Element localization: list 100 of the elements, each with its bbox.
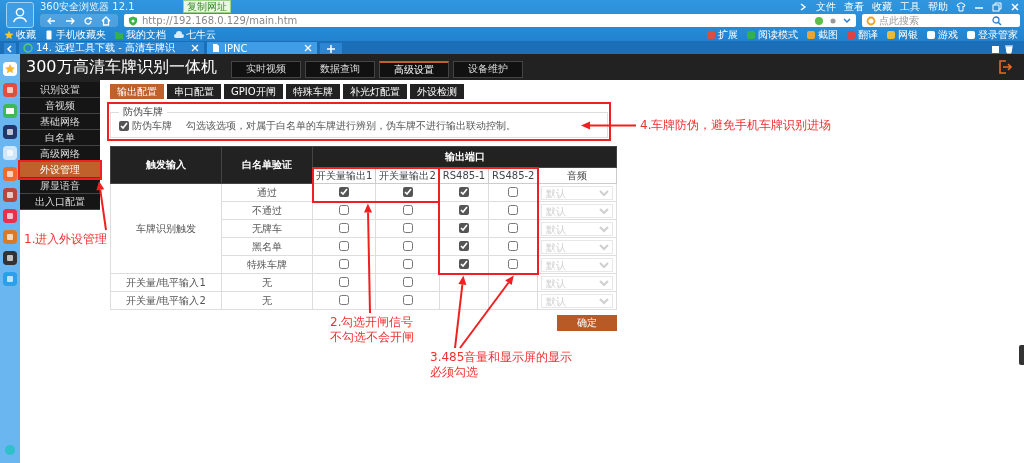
nav-tab[interactable]: 设备维护 [452,60,523,78]
mail-icon [3,104,17,118]
menu-item[interactable]: 白名单 [20,130,100,146]
plus-icon [326,43,336,54]
menu-item[interactable]: 外设管理 [20,162,100,178]
globe-icon [23,43,33,53]
app-icon [3,251,17,265]
checkbox[interactable] [402,240,413,251]
star-icon [4,29,14,40]
table-cell: 开关量/电平输入1 [110,273,222,292]
app-icon [3,209,17,223]
checkbox[interactable] [119,121,129,131]
checkbox[interactable] [402,294,413,305]
menu-item[interactable]: 基础网络 [20,114,100,130]
menu-item[interactable]: 收藏 [872,0,892,14]
toolbar-item[interactable]: 扩展 [706,27,738,42]
search-icon [992,15,1002,26]
app-icon [706,29,716,40]
checkbox[interactable] [339,186,350,197]
user-avatar[interactable] [6,2,34,28]
toolbar-item[interactable]: 阅读模式 [746,27,798,42]
checkbox[interactable] [339,222,350,233]
checkbox[interactable] [508,240,519,251]
search-engine-icon [866,15,876,26]
sub-tab[interactable]: 串口配置 [167,84,221,99]
checkbox[interactable] [508,186,519,197]
checkbox[interactable] [402,186,413,197]
address-bar[interactable]: http://192.168.0.129/main.htm [124,14,856,27]
confirm-button[interactable]: 确定 [557,315,618,331]
trash-icon [1004,44,1014,54]
checkbox[interactable] [458,258,469,269]
bookmark[interactable]: 收藏 [4,27,36,42]
checkbox[interactable] [402,204,413,215]
browser-tab[interactable]: 14. 远程工具下载 - 高清车牌识 [19,42,204,54]
app-icon [3,230,17,244]
folder-icon [114,29,124,40]
bookmark[interactable]: 我的文档 [114,27,166,42]
app-icon [846,29,856,40]
nav-tab[interactable]: 数据查询 [304,60,375,78]
toolbar-item[interactable]: 网银 [886,27,918,42]
status-icon [814,15,824,26]
checkbox[interactable] [339,276,350,287]
browser-title: 360安全浏览器 12.1 [40,0,135,14]
bookmark[interactable]: 七牛云 [174,27,216,42]
annotation-text: 2.勾选开闸信号不勾选不会开闸 [330,315,415,345]
scroll-tabs-button[interactable] [4,43,16,54]
checkbox[interactable] [402,276,413,287]
checkbox[interactable] [339,240,350,251]
checkbox[interactable] [458,204,469,215]
sub-tab[interactable]: 补光灯配置 [342,84,407,99]
shield-icon [128,15,138,26]
checkbox[interactable] [508,222,519,233]
checkbox[interactable] [508,204,519,215]
checkbox[interactable] [458,222,469,233]
menu-item[interactable]: 帮助 [928,0,948,14]
checkbox[interactable] [458,186,469,197]
app-icon [3,125,17,139]
menu-item[interactable]: 工具 [900,0,920,14]
menu-item[interactable]: 出入口配置 [20,194,100,210]
app-icon [3,272,17,286]
sub-tab[interactable]: 输出配置 [110,84,164,99]
column-header: 白名单验证 [221,146,313,184]
cloud-icon [174,29,184,40]
nav-tab[interactable]: 高级设置 [378,60,449,78]
checkbox[interactable] [339,258,350,269]
checkbox[interactable] [458,240,469,251]
search-bar[interactable]: 点此搜索 [862,14,1020,27]
toolbar-item[interactable]: 翻译 [846,27,878,42]
checkbox[interactable] [402,258,413,269]
annotation-text: 1.进入外设管理 [24,232,108,247]
bookmark[interactable]: 手机收藏夹 [44,27,106,42]
sub-tab[interactable]: GPIO开闸 [224,84,283,99]
logout-icon[interactable] [998,60,1012,74]
toolbar-item[interactable]: 截图 [806,27,838,42]
copy-url-button[interactable]: 复制网址 [182,0,231,13]
menu-item[interactable]: 音视频 [20,98,100,114]
sub-tab[interactable]: 特殊车牌 [285,84,340,99]
close-icon [1010,1,1020,12]
sub-tab[interactable]: 外设检测 [409,84,464,99]
checkbox[interactable] [508,258,519,269]
checkbox[interactable] [339,294,350,305]
app-icon [3,146,17,160]
checkbox[interactable] [402,222,413,233]
new-tab-button[interactable] [320,43,342,54]
browser-tab[interactable]: IPNC [207,42,317,54]
star-icon [3,62,17,76]
device-title: 300万高清车牌识别一体机 [25,56,218,78]
table-cell: 开关量/电平输入2 [110,291,222,310]
app-icon [3,83,17,97]
app-icon [966,29,976,40]
table-cell: 黑名单 [221,237,313,256]
checkbox[interactable] [339,204,350,215]
toolbar-item[interactable]: 登录管家 [966,27,1018,42]
menu-item[interactable]: 查看 [844,0,864,14]
table-cell: 无 [221,273,313,292]
menu-item[interactable]: 识别设置 [20,82,100,98]
plugin-icon [3,443,17,457]
toolbar-item[interactable]: 游戏 [926,27,958,42]
menu-item[interactable]: 文件 [816,0,836,14]
nav-tab[interactable]: 实时视频 [230,60,301,78]
